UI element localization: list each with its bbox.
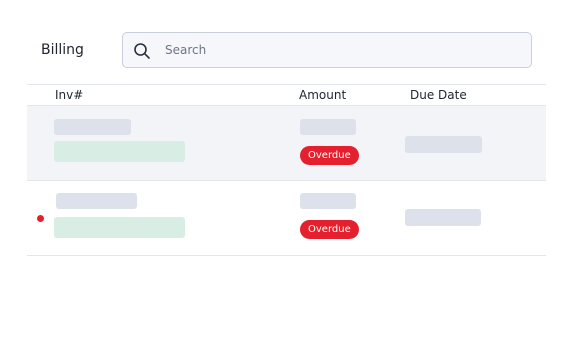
search-bar[interactable] (122, 32, 532, 68)
status-badge: Overdue (300, 146, 359, 165)
status-badge: Overdue (300, 220, 359, 239)
search-input[interactable] (165, 33, 515, 67)
amount-placeholder (300, 119, 356, 135)
invoice-customer-placeholder (54, 217, 185, 238)
page-title: Billing (41, 42, 84, 58)
invoice-number-placeholder (54, 119, 131, 135)
invoice-table: Inv# Amount Due Date Overdue Overdue (27, 84, 546, 256)
column-header-due-date[interactable]: Due Date (410, 88, 467, 102)
search-icon (134, 43, 150, 59)
table-row[interactable]: Overdue (27, 181, 546, 256)
unread-indicator-dot (37, 215, 44, 222)
due-date-placeholder (405, 136, 482, 153)
billing-page: Billing Inv# Amount Due Date Overdue Ove… (0, 0, 575, 363)
table-header: Inv# Amount Due Date (27, 84, 546, 106)
invoice-number-placeholder (56, 193, 137, 209)
amount-placeholder (300, 193, 356, 209)
invoice-customer-placeholder (54, 141, 185, 162)
table-row[interactable]: Overdue (27, 106, 546, 181)
column-header-invoice[interactable]: Inv# (55, 88, 83, 102)
due-date-placeholder (405, 209, 481, 226)
column-header-amount[interactable]: Amount (299, 88, 346, 102)
